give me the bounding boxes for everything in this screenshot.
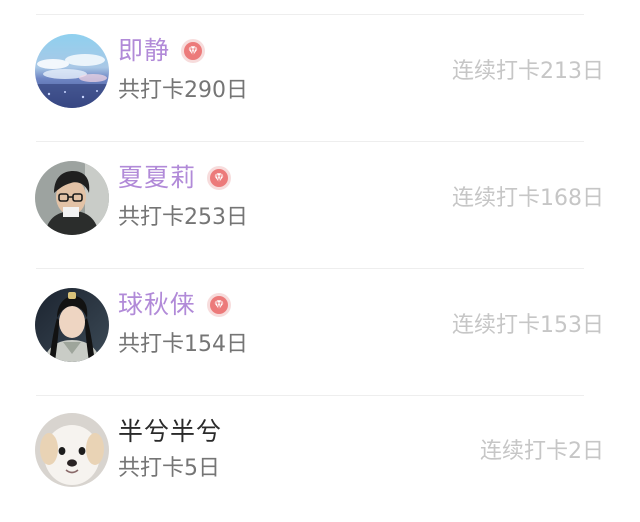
checkin-member-list: 即静 共打卡290日 连续打卡213日 夏夏莉 共打卡253日 连续打卡168日…: [0, 0, 640, 504]
name-line: 半兮半兮: [118, 415, 222, 449]
streak-checkin-count: 连续打卡168日: [452, 186, 604, 211]
diamond-vip-icon: [181, 39, 206, 63]
member-name[interactable]: 即静: [118, 34, 170, 68]
diamond-vip-icon: [207, 293, 232, 317]
total-checkin-count: 共打卡253日: [118, 205, 248, 230]
member-name[interactable]: 半兮半兮: [118, 415, 222, 449]
total-checkin-count: 共打卡154日: [118, 332, 248, 357]
member-row[interactable]: 夏夏莉 共打卡253日 连续打卡168日: [0, 142, 640, 268]
diamond-vip-icon: [207, 166, 232, 190]
sky-clouds-avatar[interactable]: [35, 34, 109, 108]
member-name[interactable]: 夏夏莉: [118, 161, 196, 195]
member-row[interactable]: 半兮半兮 共打卡5日 连续打卡2日: [0, 396, 640, 522]
member-row[interactable]: 即静 共打卡290日 连续打卡213日: [0, 15, 640, 141]
member-row[interactable]: 球秋俫 共打卡154日 连续打卡153日: [0, 269, 640, 395]
name-line: 球秋俫: [118, 288, 232, 322]
name-line: 夏夏莉: [118, 161, 232, 195]
name-line: 即静: [118, 34, 206, 68]
total-checkin-count: 共打卡5日: [118, 456, 220, 481]
member-name[interactable]: 球秋俫: [118, 288, 196, 322]
person-glasses-avatar[interactable]: [35, 161, 109, 235]
total-checkin-count: 共打卡290日: [118, 78, 248, 103]
streak-checkin-count: 连续打卡213日: [452, 59, 604, 84]
white-dog-avatar[interactable]: [35, 413, 109, 487]
streak-checkin-count: 连续打卡153日: [452, 313, 604, 338]
costume-actor-avatar[interactable]: [35, 288, 109, 362]
streak-checkin-count: 连续打卡2日: [480, 439, 604, 464]
